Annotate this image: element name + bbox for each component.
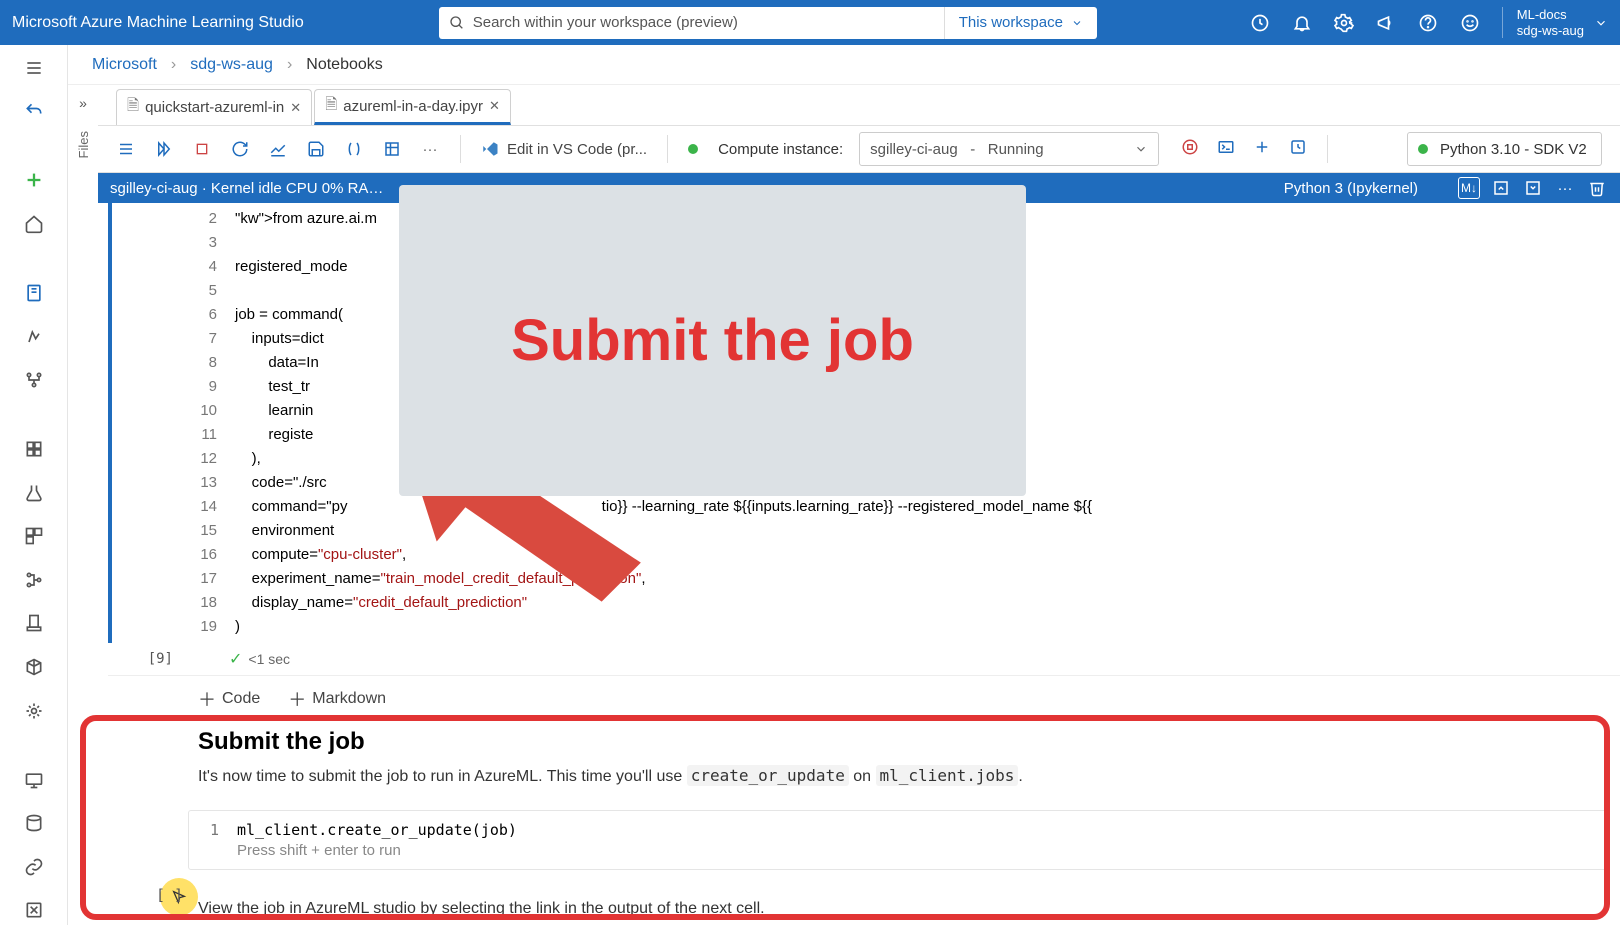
designer-icon[interactable] [16, 365, 52, 395]
data-icon[interactable] [16, 434, 52, 464]
notebooks-icon[interactable] [16, 278, 52, 308]
markdown-toggle[interactable]: M↓ [1458, 177, 1480, 199]
run-hint: Press shift + enter to run [189, 842, 1609, 859]
exec-count: [9] [108, 651, 183, 667]
edit-vscode-button[interactable]: Edit in VS Code (pr... [481, 140, 647, 158]
code-cell[interactable]: 1ml_client.create_or_update(job) Press s… [188, 810, 1610, 870]
save-icon[interactable] [306, 139, 326, 159]
refresh-compute-icon[interactable] [1289, 138, 1307, 160]
clock-icon[interactable] [1250, 13, 1270, 33]
file-tabs: 🗎 quickstart-azureml-in ✕ 🗎 azureml-in-a… [98, 85, 1620, 125]
home-icon[interactable] [16, 209, 52, 239]
add-code-button[interactable]: ＋Code [198, 686, 260, 712]
markdown-cell[interactable]: Submit the job It's now time to submit t… [108, 722, 1620, 790]
cell-output-row: [9] ✓ <1 sec [108, 643, 1620, 676]
annotation-box: Submit the job [399, 185, 1026, 496]
add-compute-icon[interactable] [1253, 138, 1271, 160]
menu-icon[interactable] [116, 139, 136, 159]
crumb-notebooks: Notebooks [306, 56, 383, 74]
tab-azureml-day[interactable]: 🗎 azureml-in-a-day.ipyr ✕ [314, 89, 511, 125]
app-title: Microsoft Azure Machine Learning Studio [12, 14, 304, 32]
md-paragraph: It's now time to submit the job to run i… [198, 766, 1620, 786]
account-switcher[interactable]: ML-docs sdg-ws-aug [1502, 7, 1608, 38]
files-label: Files [76, 131, 91, 158]
crumb-workspace[interactable]: sdg-ws-aug [190, 56, 273, 74]
menu-icon[interactable] [16, 53, 52, 83]
file-icon: 🗎 [325, 94, 337, 119]
chevron-down-icon [1134, 142, 1148, 156]
check-icon: ✓ [229, 649, 242, 669]
bell-icon[interactable] [1292, 13, 1312, 33]
smiley-icon[interactable] [1460, 13, 1480, 33]
variables-icon[interactable] [344, 139, 364, 159]
back-icon[interactable] [16, 97, 52, 127]
environments-icon[interactable] [16, 609, 52, 639]
endpoints-icon[interactable] [16, 696, 52, 726]
cell-down-icon[interactable] [1522, 177, 1544, 199]
exec-bracket: [ ] [156, 886, 183, 904]
crumb-microsoft[interactable]: Microsoft [92, 56, 157, 74]
pipelines-icon[interactable] [16, 565, 52, 595]
kernel-status-dot [1418, 144, 1428, 154]
search-scope-dropdown[interactable]: This workspace [944, 7, 1097, 39]
chevron-down-icon [1594, 16, 1608, 30]
compute-label: Compute instance: [718, 141, 843, 158]
gear-icon[interactable] [1334, 13, 1354, 33]
exec-time: <1 sec [248, 651, 290, 667]
stop-icon[interactable] [192, 139, 212, 159]
file-icon: 🗎 [127, 95, 139, 120]
compute-dropdown[interactable]: sgilley-ci-aug - Running [859, 132, 1159, 166]
datastore-icon[interactable] [16, 808, 52, 838]
compute-status-dot [688, 144, 698, 154]
labeling-icon[interactable] [16, 896, 52, 925]
plus-icon[interactable] [16, 166, 52, 196]
megaphone-icon[interactable] [1376, 13, 1396, 33]
automl-icon[interactable] [16, 322, 52, 352]
cell-up-icon[interactable] [1490, 177, 1512, 199]
more-icon[interactable]: ··· [420, 139, 440, 159]
chevron-right-icon: » [79, 95, 87, 111]
kernel-name: Python 3 (Ipykernel) [1284, 180, 1418, 197]
close-icon[interactable]: ✕ [290, 100, 301, 116]
add-cell-row: ＋Code ＋Markdown [108, 676, 1620, 722]
run-all-icon[interactable] [154, 139, 174, 159]
beaker-icon[interactable] [16, 478, 52, 508]
files-collapse-gutter[interactable]: » Files [68, 85, 98, 925]
md-paragraph: View the job in AzureML studio by select… [198, 900, 1620, 918]
linked-icon[interactable] [16, 852, 52, 882]
md-heading: Submit the job [198, 728, 1620, 756]
models-icon[interactable] [16, 652, 52, 682]
search-placeholder: Search within your workspace (preview) [473, 14, 738, 31]
stop-compute-icon[interactable] [1181, 138, 1199, 160]
status-left: sgilley-ci-aug · Kernel idle CPU 0% RA… [110, 180, 383, 197]
help-icon[interactable] [1418, 13, 1438, 33]
chevron-down-icon [1071, 17, 1083, 29]
kernel-dropdown[interactable]: Python 3.10 - SDK V2 [1407, 132, 1602, 166]
top-bar: Microsoft Azure Machine Learning Studio … [0, 0, 1620, 45]
table-icon[interactable] [382, 139, 402, 159]
tab-quickstart[interactable]: 🗎 quickstart-azureml-in ✕ [116, 89, 312, 125]
left-nav [0, 45, 68, 925]
components-icon[interactable] [16, 522, 52, 552]
clear-icon[interactable] [268, 139, 288, 159]
code-line: ml_client.create_or_update(job) [237, 821, 517, 839]
notebook-toolbar: ··· Edit in VS Code (pr... Compute insta… [98, 125, 1620, 173]
search-input[interactable]: Search within your workspace (preview) [439, 7, 944, 39]
terminal-icon[interactable] [1217, 138, 1235, 160]
markdown-cell[interactable]: View the job in AzureML studio by select… [108, 870, 1620, 922]
more-icon[interactable]: ··· [1554, 177, 1576, 199]
search-icon [449, 15, 465, 31]
add-markdown-button[interactable]: ＋Markdown [288, 686, 386, 712]
restart-icon[interactable] [230, 139, 250, 159]
delete-icon[interactable] [1586, 177, 1608, 199]
close-icon[interactable]: ✕ [489, 98, 500, 114]
breadcrumb: Microsoft › sdg-ws-aug › Notebooks [68, 45, 1620, 85]
annotation-text: Submit the job [511, 307, 914, 374]
vscode-icon [481, 140, 499, 158]
compute-icon[interactable] [16, 765, 52, 795]
